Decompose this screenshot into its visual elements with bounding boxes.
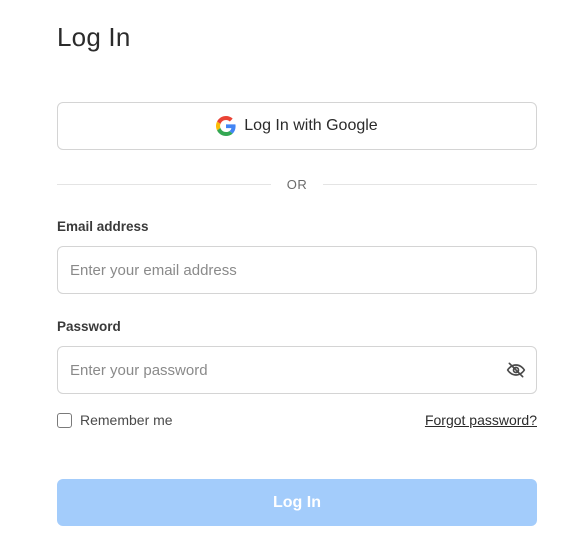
email-label: Email address (57, 219, 149, 234)
google-login-button[interactable]: Log In with Google (57, 102, 537, 150)
divider-line-right (323, 183, 537, 185)
email-field-wrapper (57, 246, 537, 294)
remember-me-control[interactable]: Remember me (57, 412, 173, 428)
divider-text: OR (286, 176, 308, 192)
login-submit-button[interactable]: Log In (57, 479, 537, 526)
password-visibility-toggle[interactable] (496, 347, 536, 393)
remember-me-label: Remember me (80, 412, 173, 428)
email-input[interactable] (58, 247, 536, 293)
forgot-password-link[interactable]: Forgot password? (425, 412, 537, 428)
password-field-wrapper (57, 346, 537, 394)
google-logo-icon (216, 116, 236, 136)
password-input[interactable] (58, 347, 496, 393)
password-label: Password (57, 319, 121, 334)
or-divider: OR (57, 174, 537, 194)
eye-off-icon (506, 362, 526, 378)
divider-line-left (57, 183, 271, 185)
google-login-label: Log In with Google (244, 117, 378, 134)
remember-me-checkbox[interactable] (57, 412, 72, 428)
page-title: Log In (57, 22, 131, 52)
remember-row: Remember me Forgot password? (57, 410, 537, 430)
